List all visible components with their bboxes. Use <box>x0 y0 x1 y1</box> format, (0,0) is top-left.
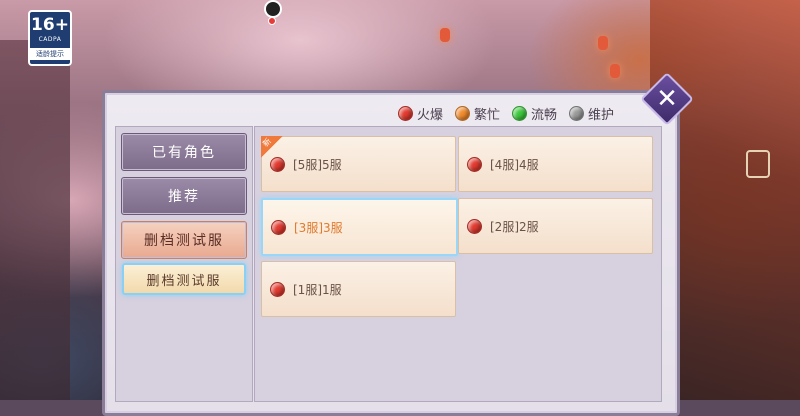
lantern-icon <box>598 36 608 50</box>
red-status-icon <box>398 106 413 121</box>
orange-status-icon <box>455 106 471 121</box>
legend-item-smooth: 流畅 <box>512 104 557 123</box>
server-status-legend: 火爆 繁忙 流畅 维护 <box>398 104 614 123</box>
age-rating-number: 16+ <box>31 15 69 35</box>
server-list-panel: 新 [5服]5服 [4服]4服 [3服]3服 [2服]2服 [1服]1服 <box>254 126 662 402</box>
map-pin-icon <box>264 0 282 18</box>
red-status-icon <box>271 219 286 235</box>
server-card-5[interactable]: 新 [5服]5服 <box>261 136 456 192</box>
category-recommend[interactable]: 推荐 <box>121 177 247 215</box>
red-status-icon <box>270 281 285 297</box>
legend-label: 维护 <box>588 108 615 123</box>
category-panel: 已有角色 推荐 删档测试服 删档测试服 <box>115 126 253 402</box>
category-test-server-group[interactable]: 删档测试服 <box>121 221 247 259</box>
red-status-icon <box>467 218 482 234</box>
close-icon: ✕ <box>656 84 678 114</box>
category-owned-roles[interactable]: 已有角色 <box>121 133 247 171</box>
server-name: [5服]5服 <box>293 157 342 172</box>
legend-item-maintenance: 维护 <box>569 104 614 123</box>
lantern-icon <box>440 28 450 42</box>
gray-status-icon <box>569 106 585 121</box>
legend-label: 流畅 <box>531 108 558 123</box>
server-card-3[interactable]: [3服]3服 <box>261 198 458 256</box>
server-card-4[interactable]: [4服]4服 <box>458 136 653 192</box>
age-rating-tip: 适龄提示 <box>30 48 70 60</box>
server-card-1[interactable]: [1服]1服 <box>261 261 456 317</box>
age-rating-badge: 16+ CADPA 适龄提示 <box>28 10 72 66</box>
lantern-icon <box>610 64 620 78</box>
server-name: [1服]1服 <box>293 282 342 297</box>
legend-item-hot: 火爆 <box>398 104 443 123</box>
green-status-icon <box>512 106 528 121</box>
red-status-icon <box>467 156 482 172</box>
server-name: [4服]4服 <box>490 157 539 172</box>
subcategory-test-server[interactable]: 删档测试服 <box>122 263 246 295</box>
legend-item-busy: 繁忙 <box>455 104 500 123</box>
server-name: [2服]2服 <box>490 219 539 234</box>
pin-dot-icon <box>268 17 276 25</box>
legend-label: 繁忙 <box>474 108 501 123</box>
server-name: [3服]3服 <box>294 220 343 235</box>
background-building-left <box>0 40 70 400</box>
legend-label: 火爆 <box>417 108 444 123</box>
new-tag: 新 <box>261 136 283 158</box>
phone-icon[interactable] <box>746 150 770 178</box>
server-card-2[interactable]: [2服]2服 <box>458 198 653 254</box>
age-rating-org: CADPA <box>38 36 62 43</box>
red-status-icon <box>270 156 285 172</box>
